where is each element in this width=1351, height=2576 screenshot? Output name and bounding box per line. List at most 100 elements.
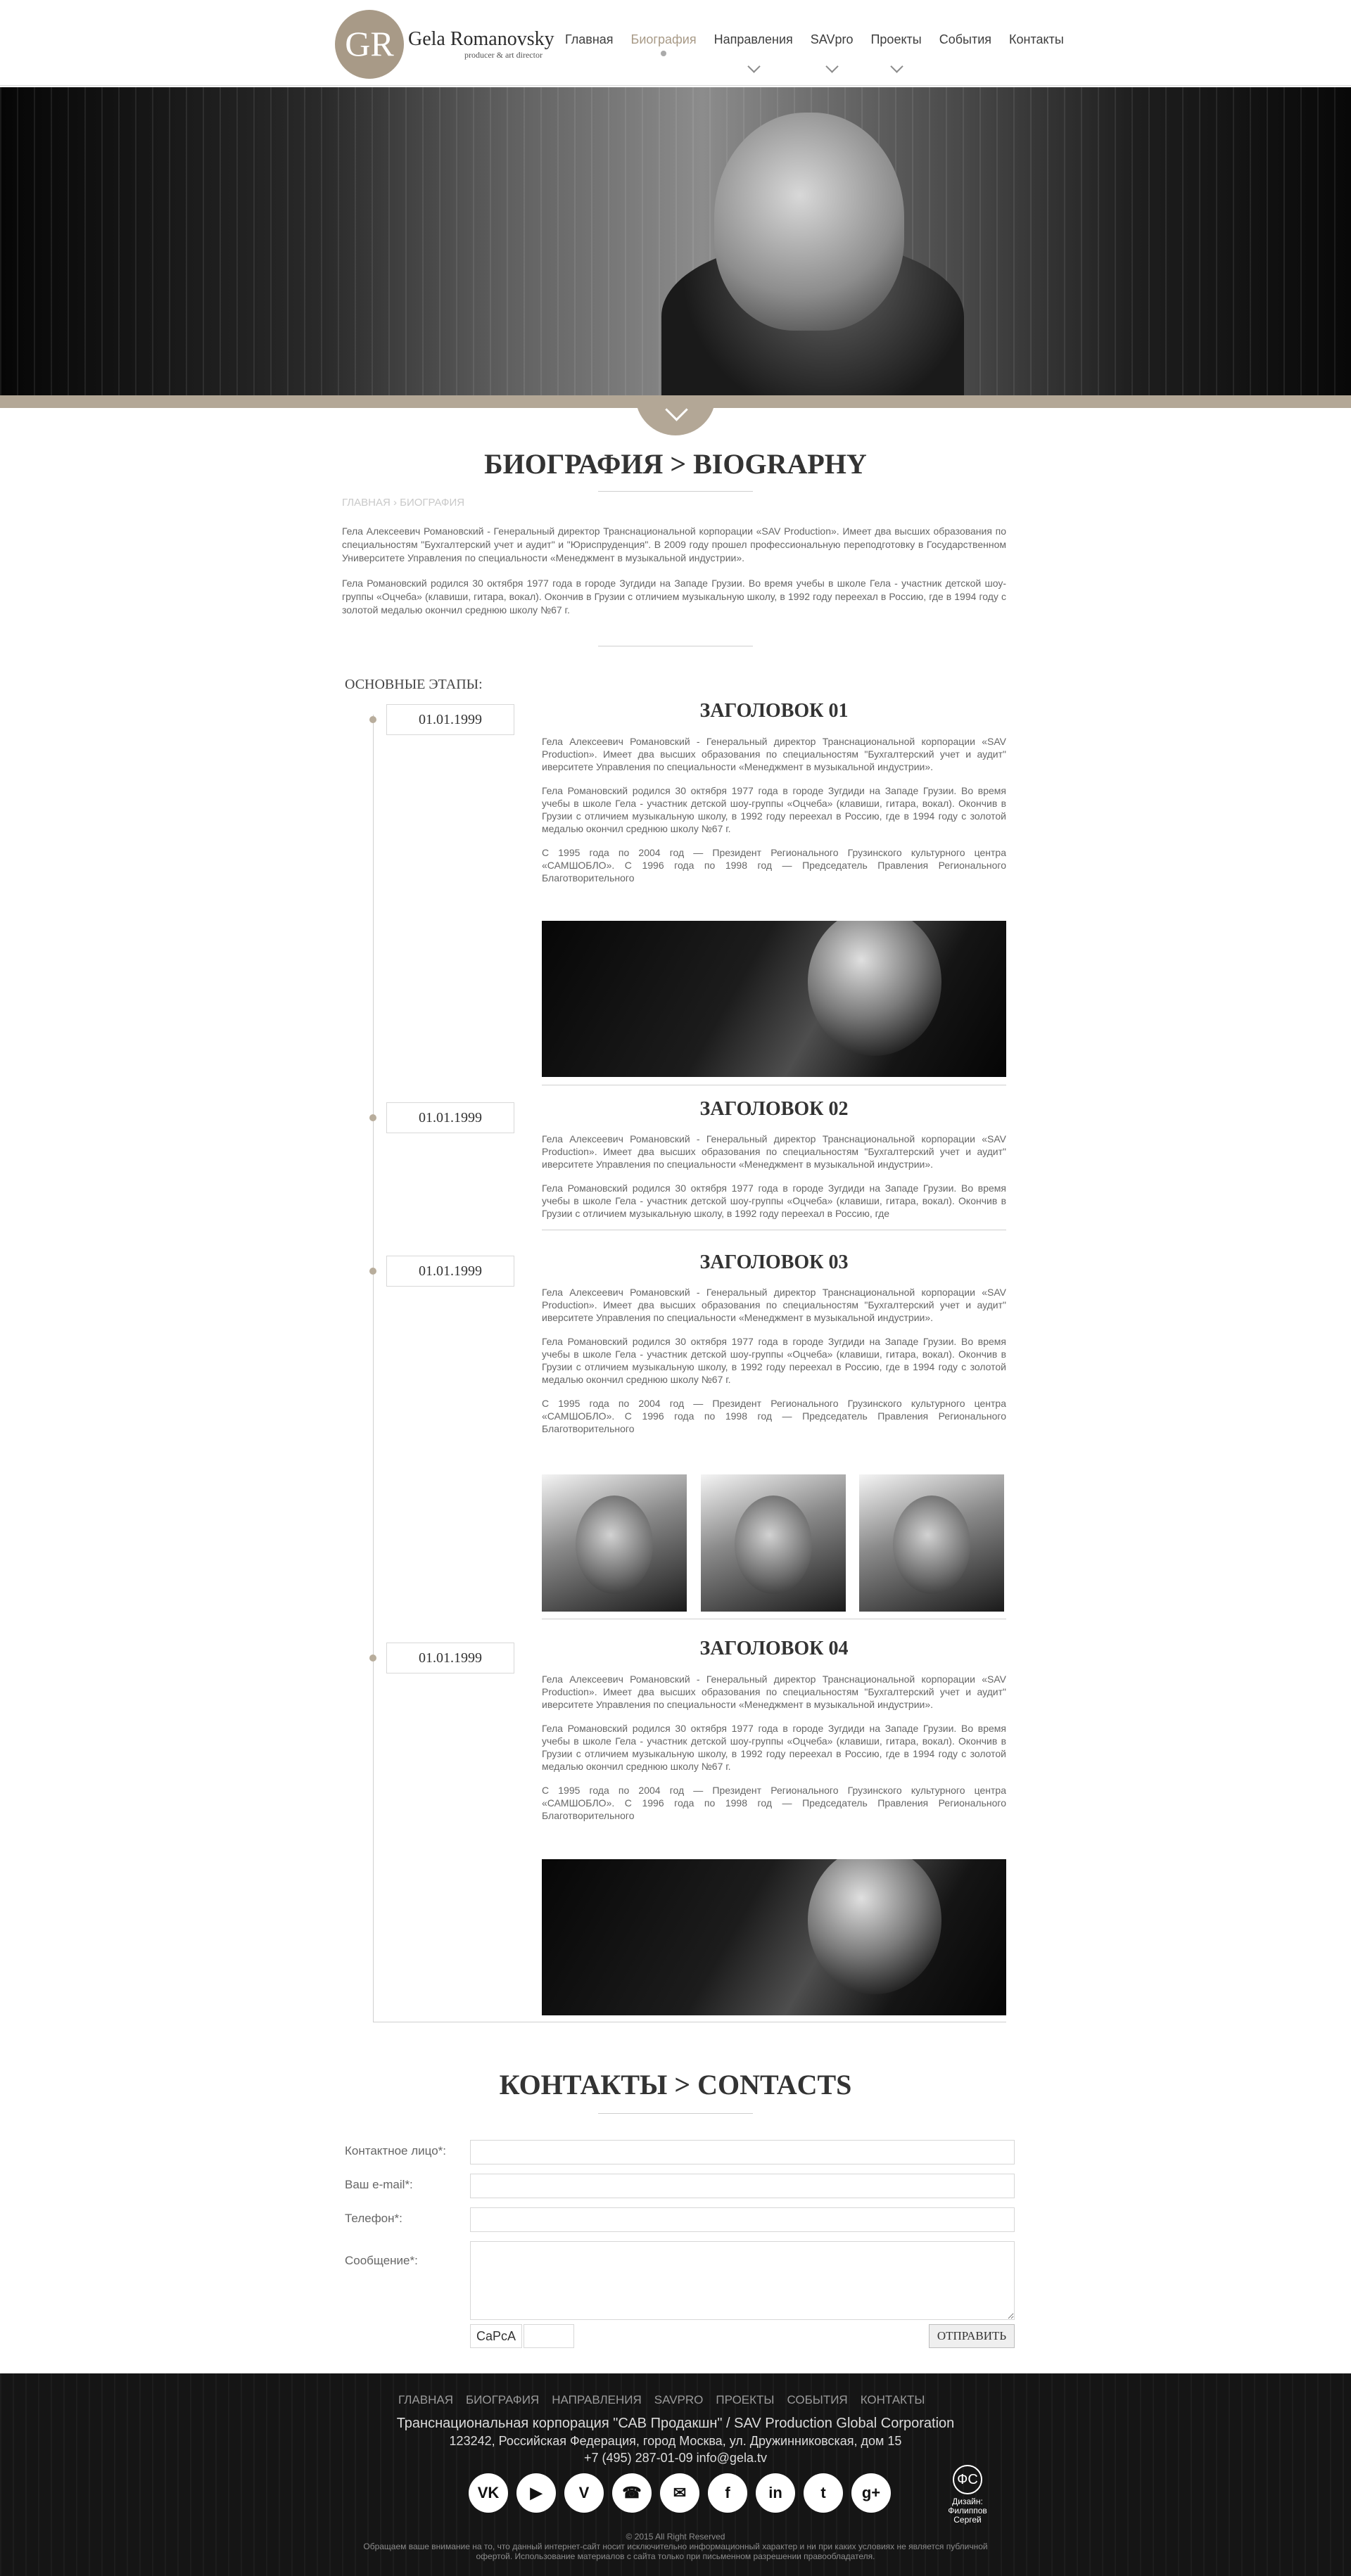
timeline-dot — [369, 716, 376, 723]
footer-link-savpro[interactable]: SAVPRO — [654, 2393, 704, 2407]
mail-icon[interactable]: ✉ — [660, 2473, 699, 2513]
facebook-icon[interactable]: f — [708, 2473, 747, 2513]
gallery-photo[interactable] — [542, 1474, 687, 1612]
timeline-paragraph: Гела Алексеевич Романовский - Генеральны… — [542, 736, 1006, 772]
brand-name[interactable]: Gela Romanovsky — [408, 28, 554, 51]
timeline-dot — [369, 1114, 376, 1121]
contacts-title: КОНТАКТЫ > CONTACTS — [499, 2069, 852, 2100]
brand-subtitle: producer & art director — [464, 50, 543, 60]
scroll-down-button[interactable] — [635, 395, 716, 435]
timeline-dot — [369, 1654, 376, 1662]
timeline-text: Гела Алексеевич Романовский - Генеральны… — [542, 1133, 1006, 1228]
footer-link-events[interactable]: СОБЫТИЯ — [787, 2393, 847, 2407]
timeline-paragraph: С 1995 года по 2004 год — Президент Реги… — [542, 847, 1006, 884]
chevron-down-icon — [747, 60, 761, 73]
nav-item-label: Биография — [630, 32, 697, 46]
twitter-icon[interactable]: t — [804, 2473, 843, 2513]
vimeo-icon[interactable]: V — [564, 2473, 604, 2513]
google-plus-icon[interactable]: g+ — [851, 2473, 891, 2513]
footer-nav: ГЛАВНАЯ БИОГРАФИЯ НАПРАВЛЕНИЯ SAVPRO ПРО… — [398, 2393, 925, 2407]
disclaimer-text: Обращаем ваше внимание на то, что данный… — [363, 2542, 988, 2561]
timeline-title: ЗАГОЛОВОК 01 — [699, 700, 849, 722]
timeline-paragraph: С 1995 года по 2004 год — Президент Реги… — [542, 1785, 1006, 1821]
captcha-input[interactable] — [524, 2324, 574, 2348]
main-nav: Главная Биография Направления SAVpro Про… — [565, 32, 1064, 73]
timeline-paragraph: Гела Алексеевич Романовский - Генеральны… — [542, 1287, 1006, 1323]
social-links: VK ▶ V ☎ ✉ f in t g+ — [469, 2473, 891, 2513]
phone-label: Телефон*: — [345, 2212, 402, 2225]
timeline-title: ЗАГОЛОВОК 02 — [699, 1098, 849, 1120]
designer-logo-icon: ФС — [953, 2465, 982, 2494]
chevron-down-icon — [825, 60, 839, 73]
nav-item-events[interactable]: События — [939, 32, 991, 47]
timeline-paragraph: Гела Романовский родился 30 октября 1977… — [542, 1723, 1006, 1772]
footer-address: 123242, Российская Федерация, город Моск… — [449, 2434, 902, 2448]
active-dot-icon — [661, 51, 667, 56]
biography-title: БИОГРАФИЯ > BIOGRAPHY — [484, 448, 867, 480]
timeline-date: 01.01.1999 — [386, 1643, 514, 1673]
portrait-highlight — [808, 921, 941, 1056]
timeline-text: Гела Алексеевич Романовский - Генеральны… — [542, 1286, 1006, 1452]
nav-item-label: Направления — [713, 32, 793, 46]
vk-icon[interactable]: VK — [469, 2473, 508, 2513]
gallery-photo-face — [576, 1496, 653, 1594]
timeline-photo[interactable] — [542, 1859, 1006, 2015]
timeline-date: 01.01.1999 — [386, 1256, 514, 1287]
youtube-icon[interactable]: ▶ — [516, 2473, 556, 2513]
logo[interactable]: GR — [335, 10, 404, 79]
footer-copyright: © 2015 All Right Reserved Обращаем ваше … — [345, 2532, 1006, 2561]
footer-link-contacts[interactable]: КОНТАКТЫ — [861, 2393, 925, 2407]
timeline-paragraph: Гела Романовский родился 30 октября 1977… — [542, 785, 1006, 834]
nav-item-contacts[interactable]: Контакты — [1009, 32, 1064, 47]
nav-item-projects[interactable]: Проекты — [870, 32, 922, 73]
portrait-highlight — [808, 1859, 941, 1994]
contact-person-label: Контактное лицо*: — [345, 2144, 446, 2157]
site-footer: ГЛАВНАЯ БИОГРАФИЯ НАПРАВЛЕНИЯ SAVPRO ПРО… — [0, 2373, 1351, 2576]
footer-company: Транснациональная корпорация "САВ Продак… — [396, 2416, 955, 2431]
timeline-photo[interactable] — [542, 921, 1006, 1077]
hero-banner — [0, 87, 1351, 397]
timeline-line — [373, 715, 374, 2022]
breadcrumb[interactable]: ГЛАВНАЯ › БИОГРАФИЯ — [342, 497, 464, 509]
footer-contact-line[interactable]: +7 (495) 287-01-09 info@gela.tv — [0, 2451, 1351, 2466]
nav-item-label: Проекты — [870, 32, 922, 46]
footer-link-biography[interactable]: БИОГРАФИЯ — [466, 2393, 539, 2407]
linkedin-icon[interactable]: in — [756, 2473, 795, 2513]
nav-item-main[interactable]: Главная — [565, 32, 614, 47]
timeline-paragraph: Гела Романовский родился 30 октября 1977… — [542, 1336, 1006, 1385]
timeline-date: 01.01.1999 — [386, 704, 514, 735]
nav-item-label: SAVpro — [810, 32, 854, 46]
message-label: Сообщение*: — [345, 2254, 418, 2267]
footer-link-main[interactable]: ГЛАВНАЯ — [398, 2393, 453, 2407]
nav-item-directions[interactable]: Направления — [713, 32, 793, 73]
footer-link-directions[interactable]: НАПРАВЛЕНИЯ — [552, 2393, 642, 2407]
designer-name: Филиппов Сергей — [948, 2506, 987, 2525]
copyright-line: © 2015 All Right Reserved — [626, 2532, 725, 2542]
contact-person-field[interactable] — [470, 2140, 1015, 2164]
timeline-text: Гела Алексеевич Романовский - Генеральны… — [542, 735, 1006, 900]
hero-portrait-face — [714, 113, 904, 331]
gallery-photo[interactable] — [859, 1474, 1004, 1612]
chevron-down-icon — [889, 60, 903, 73]
timeline-text: Гела Алексеевич Романовский - Генеральны… — [542, 1673, 1006, 1839]
title-divider — [598, 2113, 753, 2114]
phone-field[interactable] — [470, 2207, 1015, 2232]
send-button[interactable]: ОТПРАВИТЬ — [929, 2324, 1015, 2348]
captcha-image: CaPcA — [470, 2324, 522, 2348]
biography-paragraph: Гела Алексеевич Романовский - Генеральны… — [342, 525, 1006, 563]
nav-item-biography[interactable]: Биография — [630, 32, 697, 56]
biography-paragraph: Гела Романовский родился 30 октября 1977… — [342, 578, 1006, 616]
gallery-photo-face — [893, 1496, 970, 1594]
designer-credit[interactable]: ФС Дизайн: Филиппов Сергей — [936, 2465, 999, 2525]
timeline-paragraph: Гела Алексеевич Романовский - Генеральны… — [542, 1133, 1006, 1170]
footer-link-projects[interactable]: ПРОЕКТЫ — [716, 2393, 774, 2407]
gallery-photo[interactable] — [701, 1474, 846, 1612]
message-field[interactable] — [470, 2241, 1015, 2320]
email-field[interactable] — [470, 2174, 1015, 2198]
email-label: Ваш e-mail*: — [345, 2178, 413, 2191]
timeline-title: ЗАГОЛОВОК 03 — [699, 1251, 849, 1273]
nav-item-savpro[interactable]: SAVpro — [810, 32, 854, 73]
timeline-title: ЗАГОЛОВОК 04 — [699, 1638, 849, 1659]
phone-icon[interactable]: ☎ — [612, 2473, 652, 2513]
title-divider — [598, 491, 753, 492]
